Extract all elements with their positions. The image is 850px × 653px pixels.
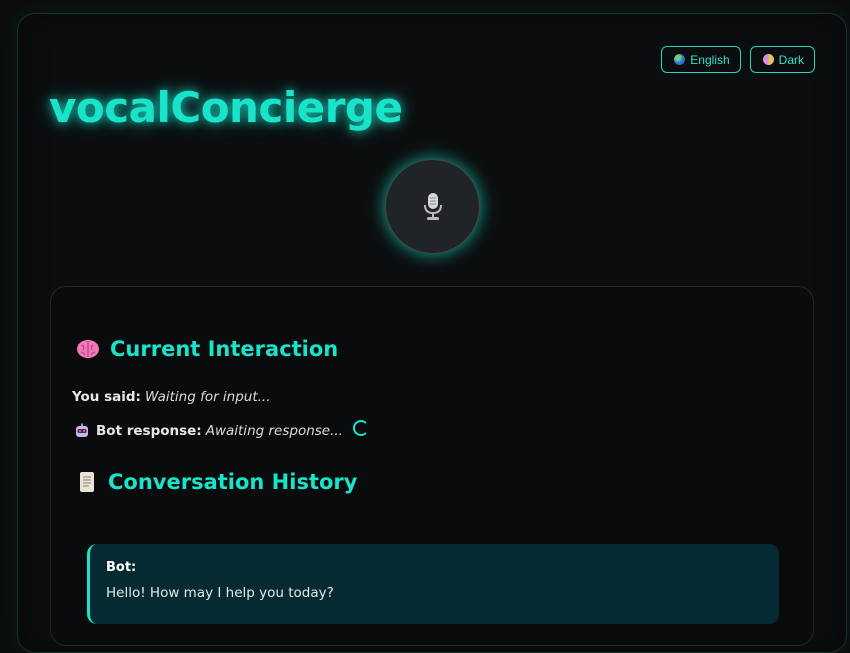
interaction-panel: Current Interaction You said: Waiting fo…: [50, 286, 814, 646]
history-message: Bot: Hello! How may I help you today?: [87, 544, 779, 624]
current-interaction-title: Current Interaction: [110, 337, 339, 361]
history-sender: Bot:: [106, 560, 137, 575]
conversation-history-heading: Conversation History: [76, 470, 357, 494]
top-controls: English Dark: [661, 46, 815, 73]
app-title: vocalConcierge: [49, 83, 403, 132]
you-said-label: You said:: [72, 389, 141, 405]
theme-label: Dark: [778, 52, 804, 67]
you-said-value: Waiting for input...: [144, 389, 271, 405]
mic-button[interactable]: [385, 159, 480, 254]
language-label: English: [690, 52, 730, 67]
contrast-icon: [762, 54, 774, 65]
globe-icon: [674, 54, 686, 65]
loading-spinner-icon: [352, 420, 369, 436]
microphone-icon: [423, 192, 442, 220]
bot-response-value: Awaiting response...: [205, 423, 343, 439]
conversation-history-title: Conversation History: [108, 470, 358, 494]
theme-toggle-button[interactable]: Dark: [749, 46, 815, 73]
scroll-icon: [80, 472, 94, 492]
language-button[interactable]: English: [661, 46, 741, 73]
robot-icon: [76, 423, 88, 437]
you-said-line: You said: Waiting for input...: [72, 389, 271, 405]
bot-response-label: Bot response:: [96, 423, 202, 439]
current-interaction-heading: Current Interaction: [76, 337, 338, 361]
bot-response-line: Bot response: Awaiting response...: [74, 420, 369, 439]
history-text: Hello! How may I help you today?: [106, 585, 334, 601]
brain-icon: [77, 340, 99, 358]
